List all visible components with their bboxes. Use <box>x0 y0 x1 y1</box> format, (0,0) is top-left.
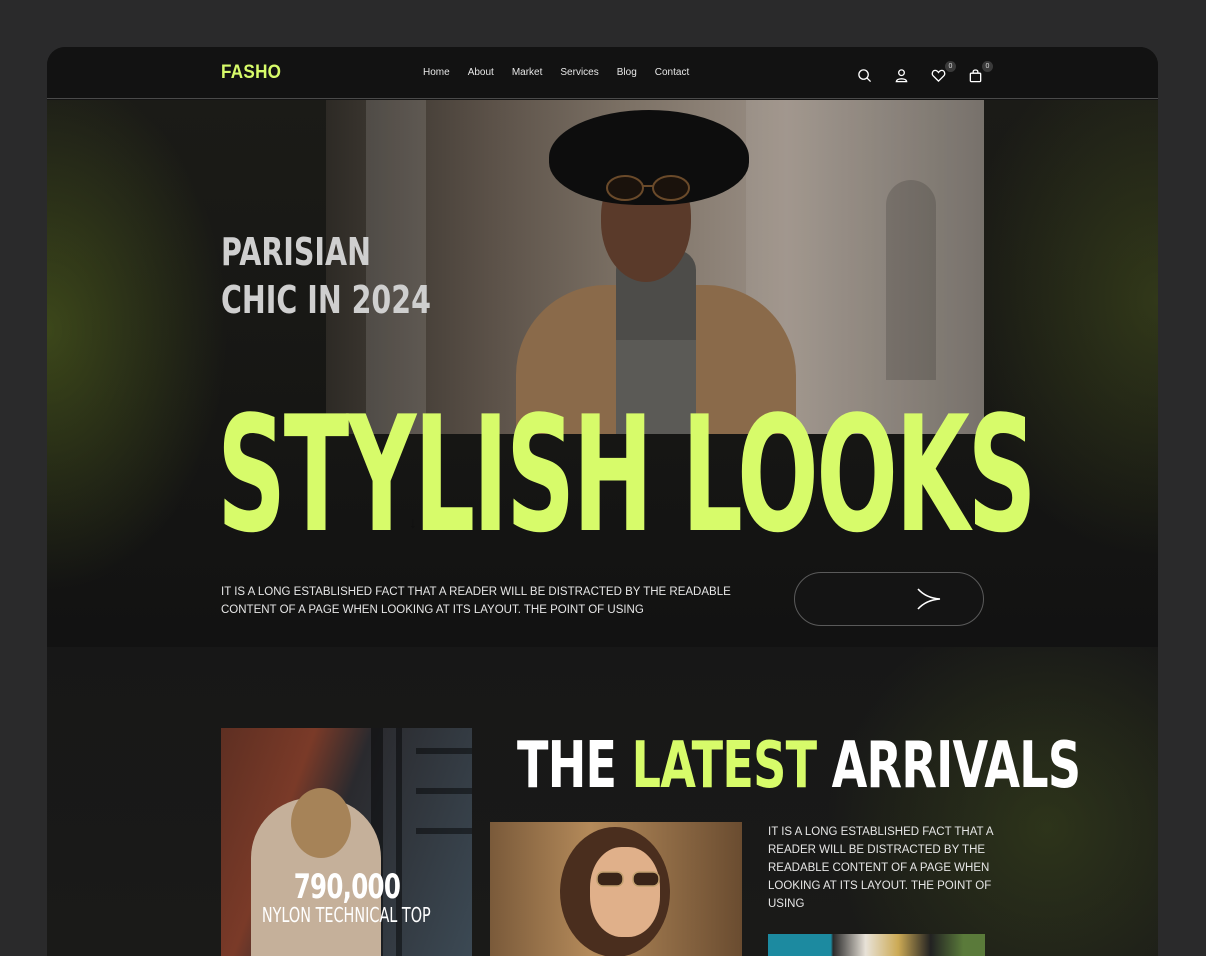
hero-subtitle: PARISIAN CHIC IN 2024 <box>221 228 431 324</box>
hero-description: IT IS A LONG ESTABLISHED FACT THAT A REA… <box>221 586 731 616</box>
arrow-down-icon[interactable]: ↓ <box>409 515 417 533</box>
heading-word-arrivals: ARRIVALS <box>831 729 1081 803</box>
latest-arrivals-section: 790,000 NYLON TECHNICAL TOP THE LATEST A… <box>47 647 1158 956</box>
nav-item-home[interactable]: Home <box>423 67 450 78</box>
section-heading: THE LATEST ARRIVALS <box>517 729 1081 803</box>
arrow-right-icon <box>836 588 941 610</box>
arrivals-description: IT IS A LONG ESTABLISHED FACT THAT A REA… <box>768 826 993 910</box>
nav-item-services[interactable]: Services <box>560 67 598 78</box>
hero-section: PARISIAN CHIC IN 2024 STYLISH LOOKS ↓ IT… <box>47 100 1158 647</box>
hero-subtitle-line-1: PARISIAN <box>221 230 371 274</box>
top-navigation: FASHO Home About Market Services Blog Co… <box>47 47 1158 99</box>
heart-icon[interactable]: 0 <box>930 61 956 84</box>
hero-title: STYLISH LOOKS <box>217 381 1037 568</box>
main-menu: Home About Market Services Blog Contact <box>423 67 707 78</box>
heading-word-latest: LATEST <box>631 729 817 803</box>
nav-item-blog[interactable]: Blog <box>617 67 637 78</box>
wishlist-count-badge: 0 <box>945 61 956 72</box>
hero-cta-button[interactable] <box>794 572 984 626</box>
featured-product-card[interactable]: 790,000 NYLON TECHNICAL TOP <box>221 728 472 956</box>
heading-word-the: THE <box>517 729 617 803</box>
nav-item-about[interactable]: About <box>468 67 494 78</box>
arrival-thumbnail-card[interactable] <box>768 934 985 956</box>
nav-actions: 0 0 <box>856 61 993 84</box>
nav-item-contact[interactable]: Contact <box>655 67 689 78</box>
hero-subtitle-line-2: CHIC IN 2024 <box>221 278 431 322</box>
search-icon[interactable] <box>856 67 873 84</box>
product-name: NYLON TECHNICAL TOP <box>262 903 431 927</box>
bag-icon[interactable]: 0 <box>967 61 993 84</box>
cart-count-badge: 0 <box>982 61 993 72</box>
arrival-photo-card[interactable] <box>490 822 742 956</box>
user-icon[interactable] <box>893 67 910 84</box>
brand-logo[interactable]: FASHO <box>221 62 281 84</box>
nav-item-market[interactable]: Market <box>512 67 543 78</box>
product-price: 790,000 <box>293 867 400 907</box>
browser-frame: FASHO Home About Market Services Blog Co… <box>47 47 1158 956</box>
